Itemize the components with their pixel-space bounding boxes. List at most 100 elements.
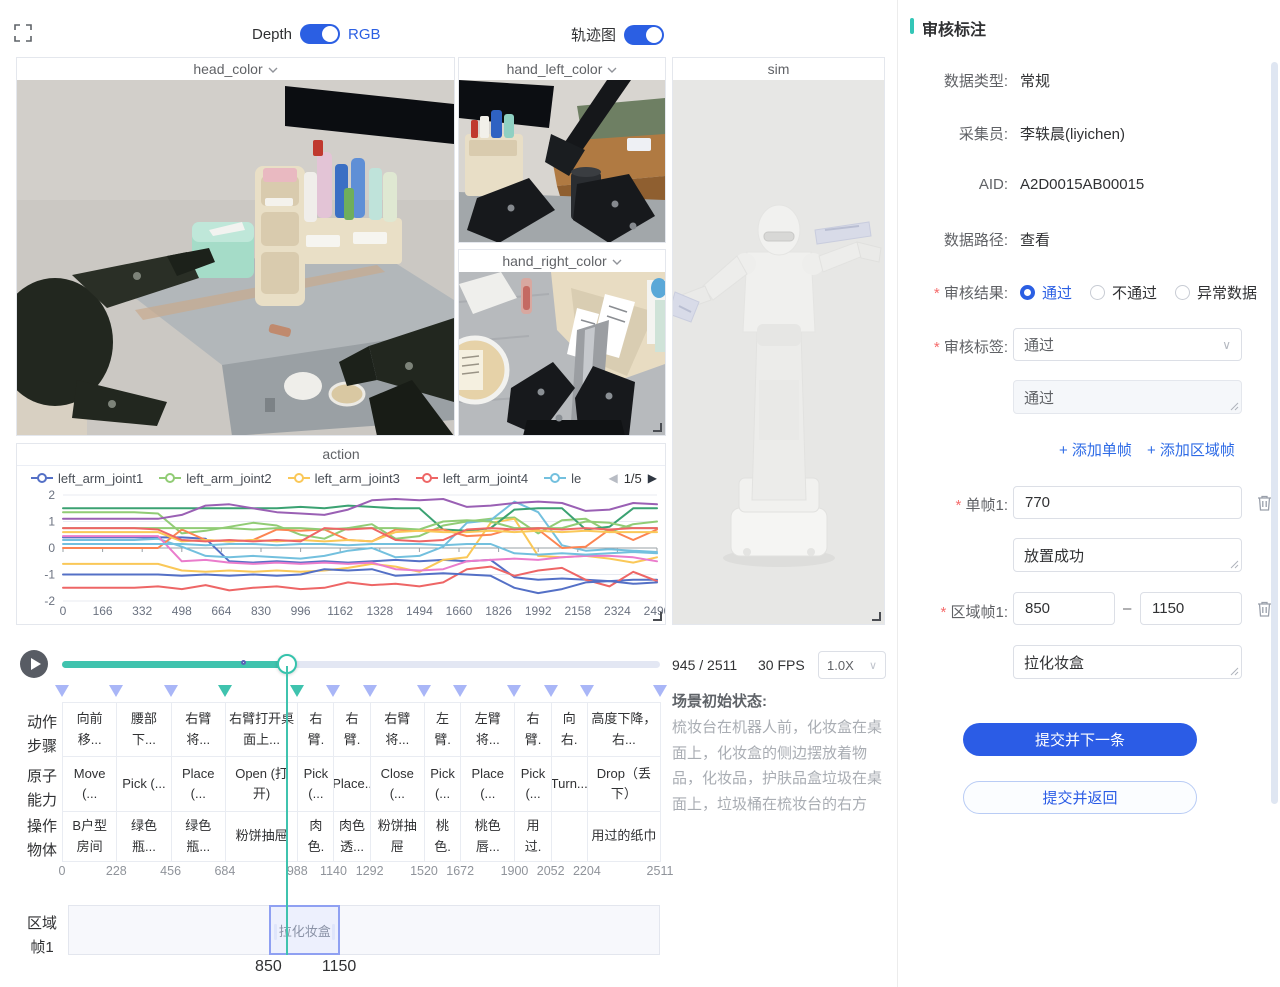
legend-prev-icon[interactable]: ◀ (608, 471, 617, 485)
data-type-label: 数据类型: (912, 70, 1008, 91)
data-path-view-link[interactable]: 查看 (1020, 229, 1050, 250)
legend-item-left_arm_joint4[interactable]: left_arm_joint4 (416, 471, 528, 486)
radio-不通过[interactable]: 不通过 (1090, 282, 1157, 303)
region-segment[interactable]: 拉化妆盒 (269, 905, 340, 955)
depth-rgb-toggle[interactable] (300, 24, 340, 44)
svg-text:2158: 2158 (564, 604, 591, 618)
sim-viewport[interactable] (673, 80, 884, 624)
axis-label-684: 684 (214, 864, 235, 878)
camera-hand-left-header[interactable]: hand_left_color (459, 58, 665, 80)
step-marker-1292[interactable] (363, 684, 377, 702)
svg-text:996: 996 (291, 604, 311, 618)
legend-item-left_arm_joint3[interactable]: left_arm_joint3 (288, 471, 400, 486)
radio-dot-icon (1175, 285, 1190, 300)
region-left-handle[interactable] (274, 924, 277, 940)
legend-next-icon[interactable]: ▶ (648, 471, 657, 485)
legend-pager: ◀ 1/5 ▶ (608, 471, 657, 486)
axis-label-2511: 2511 (647, 864, 674, 878)
step-marker-0[interactable] (55, 684, 69, 702)
radio-dot-icon (1020, 285, 1035, 300)
resize-grip-icon[interactable] (1230, 560, 1239, 569)
table-cell: Place.. (334, 757, 370, 812)
svg-text:2324: 2324 (604, 604, 631, 618)
resize-corner-icon[interactable] (872, 612, 881, 621)
step-marker-684[interactable] (218, 684, 232, 702)
legend-item-left_arm_joint2[interactable]: left_arm_joint2 (159, 471, 271, 486)
sim-right-gripper (815, 222, 871, 244)
step-marker-1900[interactable] (507, 684, 521, 702)
radio-label: 异常数据 (1197, 282, 1257, 303)
region-end-value: 1150 (1152, 600, 1184, 617)
region-start-input[interactable]: 850 (1013, 592, 1115, 625)
table-cell: Pick (... (117, 757, 171, 812)
field-collector: 采集员: 李轶晨(liyichen) (912, 123, 1264, 144)
camera-hand-right-header[interactable]: hand_right_color (459, 250, 665, 272)
axis-label-988: 988 (287, 864, 308, 878)
camera-hand-right-title: hand_right_color (502, 253, 606, 269)
playback-speed-select[interactable]: 1.0X ∨ (818, 651, 886, 679)
region-frame-note-textarea[interactable]: 拉化妆盒 (1013, 645, 1242, 679)
radio-通过[interactable]: 通过 (1020, 282, 1072, 303)
table-cell: 左臂. (425, 702, 461, 757)
legend-marker-icon (159, 473, 181, 483)
add-single-frame-link[interactable]: + 添加单帧 (1059, 439, 1132, 460)
step-marker-2052[interactable] (544, 684, 558, 702)
camera-head-header[interactable]: head_color (17, 58, 454, 80)
table-cell: 右臂. (515, 702, 551, 757)
table-cell: 左臂将... (461, 702, 515, 757)
scene-description: 梳妆台在机器人前，化妆盒在桌面上，化妆盒的侧边摆放着物品，化妆品，护肤品盒垃圾在… (672, 715, 896, 817)
legend-item-le[interactable]: le (544, 471, 581, 486)
svg-text:1992: 1992 (525, 604, 552, 618)
review-tag-note-textarea[interactable]: 通过 (1013, 380, 1242, 414)
table-cell: 绿色瓶... (172, 812, 226, 862)
region-frame-track[interactable]: 拉化妆盒 (68, 905, 660, 955)
trajectory-toggle[interactable] (624, 25, 664, 45)
step-marker-1520[interactable] (417, 684, 431, 702)
region-right-handle[interactable] (332, 924, 335, 940)
trajectory-label: 轨迹图 (571, 24, 616, 45)
chart-plot[interactable]: 210-1-2016633249866483099611621328149416… (17, 490, 665, 626)
fullscreen-icon[interactable] (14, 24, 32, 42)
region-end-input[interactable]: 1150 (1140, 592, 1242, 625)
resize-corner-icon[interactable] (653, 612, 662, 621)
resize-grip-icon[interactable] (1230, 667, 1239, 676)
field-review-result: 审核结果: 通过不通过异常数据 (912, 282, 1264, 303)
add-region-frame-link[interactable]: + 添加区域帧 (1147, 439, 1235, 460)
camera-panel-hand-right: hand_right_color (458, 249, 666, 436)
region-start-value: 850 (1025, 600, 1050, 617)
radio-异常数据[interactable]: 异常数据 (1175, 282, 1257, 303)
table-cell: 桃色. (425, 812, 461, 862)
sidebar-scrollbar[interactable] (1271, 62, 1278, 804)
legend-item-left_arm_joint1[interactable]: left_arm_joint1 (31, 471, 143, 486)
camera-panel-hand-left: hand_left_color (458, 57, 666, 243)
slider-progress (62, 661, 287, 668)
legend-label: le (571, 471, 581, 486)
resize-corner-icon[interactable] (653, 423, 662, 432)
submit-back-button[interactable]: 提交并返回 (963, 781, 1197, 814)
step-marker-228[interactable] (109, 684, 123, 702)
svg-text:332: 332 (132, 604, 152, 618)
step-marker-988[interactable] (290, 684, 304, 702)
timeline-slider[interactable] (62, 661, 660, 668)
review-result-radio-group: 通过 不通过 异常数据 (1020, 282, 1257, 303)
single-frame-input[interactable]: 770 (1013, 486, 1242, 519)
step-marker-1672[interactable] (453, 684, 467, 702)
radio-label: 不通过 (1112, 282, 1157, 303)
single-frame-note-textarea[interactable]: 放置成功 (1013, 538, 1242, 572)
submit-next-button[interactable]: 提交并下一条 (963, 723, 1197, 756)
resize-grip-icon[interactable] (1230, 402, 1239, 411)
svg-text:2: 2 (48, 490, 55, 502)
step-marker-2204[interactable] (580, 684, 594, 702)
step-marker-1140[interactable] (326, 684, 340, 702)
play-button[interactable] (20, 650, 48, 678)
legend-label: left_arm_joint3 (315, 471, 400, 486)
table-cell: Pick (... (515, 757, 551, 812)
step-marker-456[interactable] (164, 684, 178, 702)
svg-text:-2: -2 (44, 594, 55, 608)
scene-description-box: 场景初始状态: 梳妆台在机器人前，化妆盒在桌面上，化妆盒的侧边摆放着物品，化妆品… (672, 690, 896, 817)
camera-hand-left-title: hand_left_color (507, 61, 603, 77)
step-marker-2511[interactable] (653, 684, 667, 702)
review-tag-select[interactable]: 通过 ∨ (1013, 328, 1242, 361)
axis-label-2204: 2204 (573, 864, 601, 878)
table-cell: Turn... (552, 757, 588, 812)
